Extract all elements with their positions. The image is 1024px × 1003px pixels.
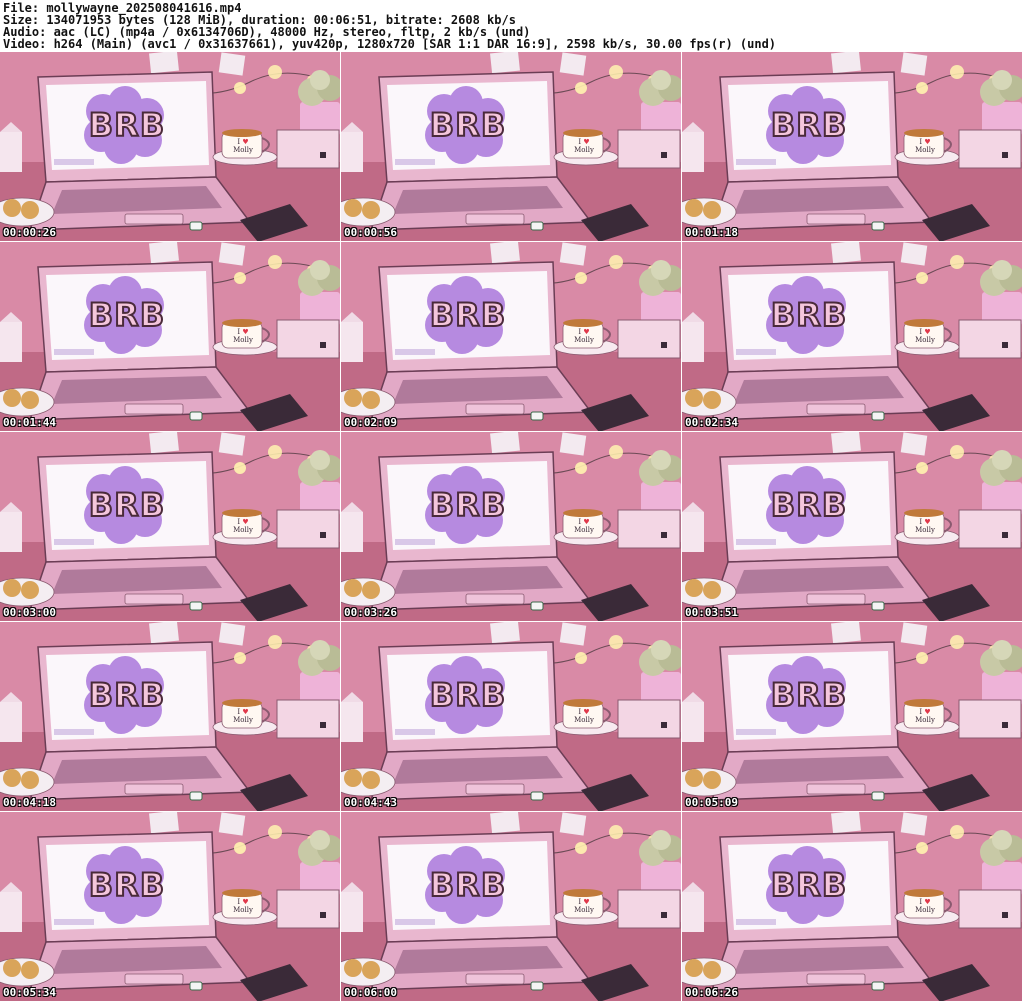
scene-illustration [682,812,1022,1001]
mug-lettering: I ♥ Molly [233,138,253,154]
video-thumbnail-12[interactable]: BRB I ♥ Molly 00:05:09 [682,622,1023,812]
video-thumbnail-3[interactable]: BRB I ♥ Molly 00:01:18 [682,52,1023,242]
timestamp-label: 00:05:09 [685,796,738,809]
timestamp-label: 00:03:26 [344,606,397,619]
brb-screen-text: BRB [770,675,848,715]
brb-screen-text: BRB [770,295,848,335]
timestamp-label: 00:00:26 [3,226,56,239]
timestamp-label: 00:01:18 [685,226,738,239]
brb-screen-text: BRB [429,675,507,715]
scene-illustration [0,432,340,621]
timestamp-label: 00:00:56 [344,226,397,239]
mug-lettering: I ♥ Molly [915,328,935,344]
timestamp-label: 00:03:51 [685,606,738,619]
mug-lettering: I ♥ Molly [574,518,594,534]
mug-lettering: I ♥ Molly [574,708,594,724]
video-thumbnail-7[interactable]: BRB I ♥ Molly 00:03:00 [0,432,341,622]
brb-screen-text: BRB [770,105,848,145]
mug-lettering: I ♥ Molly [233,518,253,534]
timestamp-label: 00:06:00 [344,986,397,999]
brb-screen-text: BRB [88,105,166,145]
mug-lettering: I ♥ Molly [233,708,253,724]
brb-screen-text: BRB [88,675,166,715]
timestamp-label: 00:05:34 [3,986,56,999]
scene-illustration [341,242,681,431]
brb-screen-text: BRB [88,485,166,525]
video-thumbnail-8[interactable]: BRB I ♥ Molly 00:03:26 [341,432,682,622]
scene-illustration [682,622,1022,811]
mug-lettering: I ♥ Molly [574,328,594,344]
video-thumbnail-5[interactable]: BRB I ♥ Molly 00:02:09 [341,242,682,432]
brb-screen-text: BRB [429,485,507,525]
mug-lettering: I ♥ Molly [574,898,594,914]
file-info-header: File: mollywayne_202508041616.mp4 Size: … [0,0,1024,52]
mug-lettering: I ♥ Molly [915,138,935,154]
mug-lettering: I ♥ Molly [574,138,594,154]
mug-lettering: I ♥ Molly [233,328,253,344]
brb-screen-text: BRB [770,485,848,525]
video-thumbnail-11[interactable]: BRB I ♥ Molly 00:04:43 [341,622,682,812]
scene-illustration [682,52,1022,241]
video-thumbnail-14[interactable]: BRB I ♥ Molly 00:06:00 [341,812,682,1002]
scene-illustration [341,622,681,811]
video-thumbnail-9[interactable]: BRB I ♥ Molly 00:03:51 [682,432,1023,622]
scene-illustration [341,812,681,1001]
scene-illustration [682,242,1022,431]
brb-screen-text: BRB [770,865,848,905]
video-thumbnail-4[interactable]: BRB I ♥ Molly 00:01:44 [0,242,341,432]
video-thumbnail-6[interactable]: BRB I ♥ Molly 00:02:34 [682,242,1023,432]
scene-illustration [0,812,340,1001]
brb-screen-text: BRB [88,865,166,905]
scene-illustration [0,52,340,241]
thumbnail-grid: BRB I ♥ Molly 00:00:26 BRB I ♥ Molly 00:… [0,52,1024,1003]
video-thumbnail-15[interactable]: BRB I ♥ Molly 00:06:26 [682,812,1023,1002]
timestamp-label: 00:03:00 [3,606,56,619]
timestamp-label: 00:06:26 [685,986,738,999]
video-thumbnail-2[interactable]: BRB I ♥ Molly 00:00:56 [341,52,682,242]
brb-screen-text: BRB [429,865,507,905]
timestamp-label: 00:02:09 [344,416,397,429]
video-info-line: Video: h264 (Main) (avc1 / 0x31637661), … [3,37,777,51]
video-thumbnail-13[interactable]: BRB I ♥ Molly 00:05:34 [0,812,341,1002]
video-thumbnail-1[interactable]: BRB I ♥ Molly 00:00:26 [0,52,341,242]
scene-illustration [0,242,340,431]
mug-lettering: I ♥ Molly [233,898,253,914]
scene-illustration [0,622,340,811]
brb-screen-text: BRB [429,105,507,145]
timestamp-label: 00:04:43 [344,796,397,809]
scene-illustration [341,52,681,241]
timestamp-label: 00:02:34 [685,416,738,429]
brb-screen-text: BRB [88,295,166,335]
scene-illustration [682,432,1022,621]
timestamp-label: 00:04:18 [3,796,56,809]
mug-lettering: I ♥ Molly [915,518,935,534]
brb-screen-text: BRB [429,295,507,335]
video-thumbnail-10[interactable]: BRB I ♥ Molly 00:04:18 [0,622,341,812]
scene-illustration [341,432,681,621]
timestamp-label: 00:01:44 [3,416,56,429]
mug-lettering: I ♥ Molly [915,708,935,724]
mug-lettering: I ♥ Molly [915,898,935,914]
